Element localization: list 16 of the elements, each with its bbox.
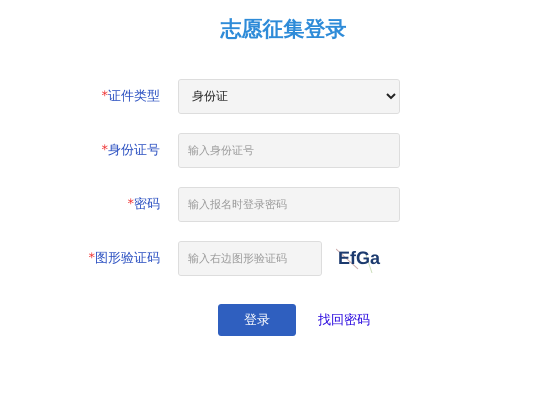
login-button[interactable]: 登录 bbox=[218, 304, 296, 336]
required-mark: * bbox=[102, 143, 108, 158]
required-mark: * bbox=[88, 251, 95, 266]
forgot-password-link[interactable]: 找回密码 bbox=[318, 311, 370, 329]
captcha-field[interactable]: 输入右边图形验证码 bbox=[178, 240, 322, 276]
field-label: 身份证号 bbox=[108, 143, 160, 158]
input-field[interactable]: 输入身份证号 bbox=[178, 132, 400, 168]
required-mark: * bbox=[102, 89, 108, 104]
captcha-image[interactable]: EfGa bbox=[336, 243, 382, 273]
input-field[interactable]: 输入报名时登录密码 bbox=[178, 186, 400, 222]
page-title: 志愿征集登录 bbox=[219, 16, 348, 43]
id-type-select[interactable]: 身份证 bbox=[178, 78, 400, 114]
required-mark: * bbox=[128, 197, 134, 212]
field-label: 图形验证码 bbox=[95, 251, 160, 266]
field-label: 证件类型 bbox=[108, 89, 160, 104]
field-label: 密码 bbox=[134, 197, 160, 212]
